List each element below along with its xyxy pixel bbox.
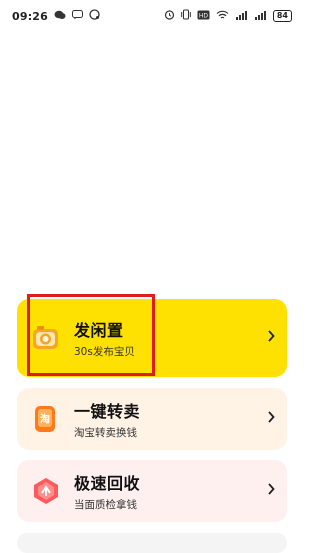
chevron-right-icon — [267, 330, 275, 346]
taobao-icon: 淘 — [31, 404, 61, 434]
signal-icon — [235, 10, 248, 23]
card-subtitle: 淘宝转卖换钱 — [74, 427, 137, 439]
alarm-icon — [164, 9, 175, 23]
vibrate-icon — [181, 9, 191, 23]
hd-icon: HD — [197, 10, 210, 23]
chevron-right-icon — [267, 483, 275, 499]
card-title: 极速回收 — [74, 474, 141, 493]
resell-card[interactable]: 淘 一键转卖 淘宝转卖换钱 — [17, 388, 287, 450]
resell-text: 一键转卖 淘宝转卖换钱 — [74, 398, 140, 440]
recycle-text: 极速回收 当面质检拿钱 — [74, 470, 140, 512]
status-time: 09:26 — [12, 9, 49, 23]
svg-text:HD: HD — [199, 12, 209, 19]
svg-text:淘: 淘 — [40, 413, 50, 426]
messenger-icon — [89, 9, 100, 23]
partial-card[interactable] — [17, 533, 287, 553]
signal-icon — [254, 10, 267, 23]
highlight-box — [27, 294, 155, 376]
card-subtitle: 当面质检拿钱 — [74, 499, 137, 511]
status-left: 09:26 — [12, 9, 100, 23]
wifi-icon — [216, 10, 229, 23]
recycle-card[interactable]: 极速回收 当面质检拿钱 — [17, 460, 287, 522]
card-title: 一键转卖 — [74, 402, 141, 421]
chevron-right-icon — [267, 411, 275, 427]
recycle-icon — [31, 476, 61, 506]
chat-icon — [72, 9, 84, 23]
wechat-icon — [54, 10, 66, 23]
status-right: HD 84 — [164, 9, 292, 23]
status-bar: 09:26 HD 84 — [0, 0, 304, 32]
battery-icon: 84 — [272, 10, 292, 22]
